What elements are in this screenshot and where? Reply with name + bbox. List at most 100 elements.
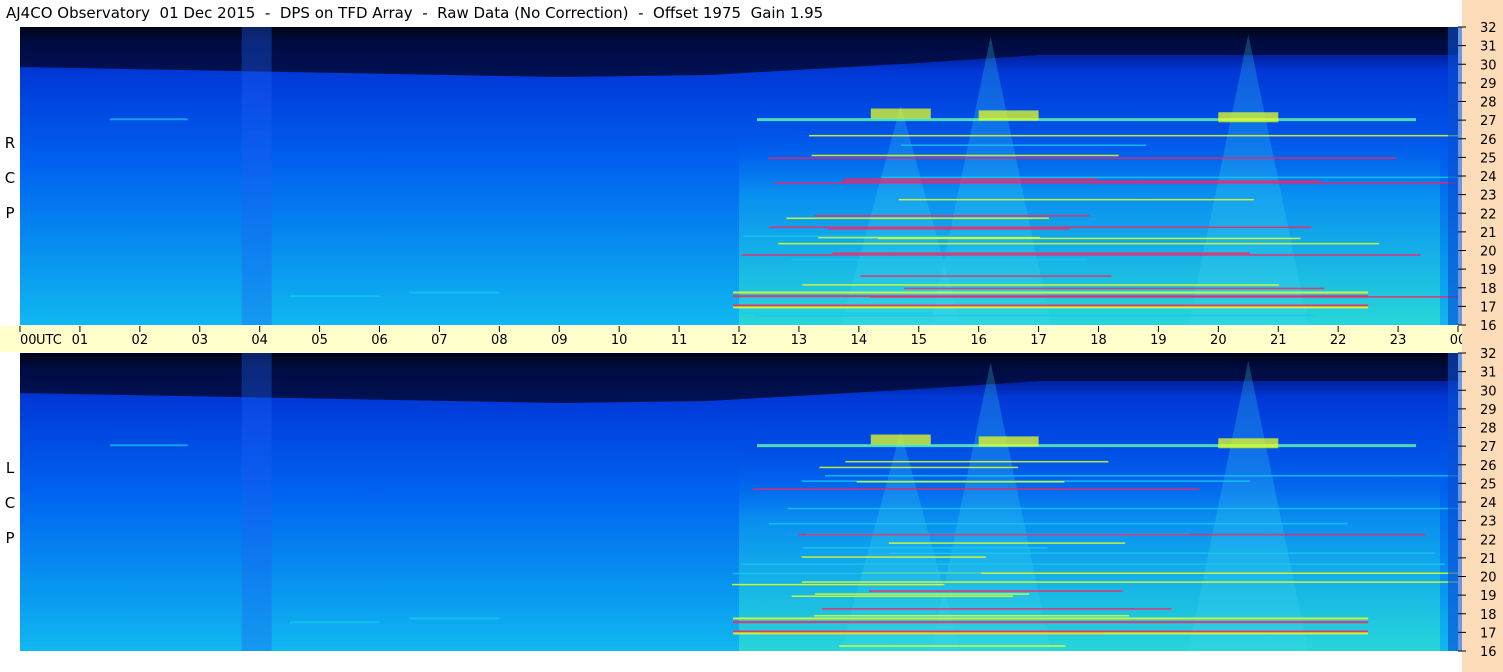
time-tick-label: 04 bbox=[251, 333, 268, 348]
interference-line bbox=[814, 615, 1130, 617]
freq-tick-label: 27 bbox=[1480, 114, 1497, 129]
interference-line bbox=[741, 254, 1421, 256]
signal-blob-2 bbox=[1218, 112, 1279, 123]
interference-line bbox=[904, 287, 1325, 290]
interference-line bbox=[839, 645, 1066, 647]
interference-line bbox=[768, 157, 1396, 159]
spectrogram-panel-rcp bbox=[20, 27, 1458, 325]
interference-line bbox=[787, 507, 1458, 510]
time-tick-label: 07 bbox=[431, 333, 448, 348]
freq-tick-label: 19 bbox=[1480, 589, 1497, 604]
freq-tick-label: 26 bbox=[1480, 459, 1497, 474]
faint-line bbox=[409, 291, 500, 294]
time-tick-label: 21 bbox=[1270, 333, 1287, 348]
interference-line bbox=[791, 595, 1013, 598]
column-artifact bbox=[241, 27, 272, 325]
interference-line bbox=[814, 215, 1090, 217]
freq-tick-label: 25 bbox=[1480, 151, 1497, 166]
low-freq-line bbox=[733, 306, 1369, 309]
freq-tick-label: 20 bbox=[1480, 571, 1497, 586]
freq-tick-label: 24 bbox=[1480, 496, 1497, 511]
freq-tick-label: 30 bbox=[1480, 384, 1497, 399]
freq-tick-label: 26 bbox=[1480, 133, 1497, 148]
panel-label-lcp-l: P bbox=[5, 529, 15, 547]
interference-line bbox=[731, 583, 945, 586]
time-tick-label: 10 bbox=[611, 333, 628, 348]
interference-line bbox=[732, 572, 982, 575]
daytime-band bbox=[739, 446, 1441, 651]
freq-tick-label: 16 bbox=[1480, 645, 1497, 660]
time-tick-label: 12 bbox=[731, 333, 748, 348]
time-tick-label: 19 bbox=[1150, 333, 1167, 348]
time-tick-label: 13 bbox=[791, 333, 808, 348]
spectrogram-svg: 00 01 02 03 04 05 06 07 08 09 10 11 12 13 14 15 16 17 18 19… bbox=[0, 0, 1503, 672]
panel-label-lcp-p: L bbox=[5, 459, 15, 477]
time-tick-label: 08 bbox=[491, 333, 508, 348]
freq-tick-label: 24 bbox=[1480, 170, 1497, 185]
interference-line bbox=[801, 581, 1458, 583]
time-tick-label: 15 bbox=[910, 333, 927, 348]
time-tick-label: 16 bbox=[970, 333, 987, 348]
interference-line bbox=[889, 552, 1436, 555]
interference-line bbox=[778, 242, 1380, 245]
interference-line bbox=[774, 182, 1458, 184]
low-freq-line bbox=[733, 621, 1369, 624]
freq-tick-label: 31 bbox=[1480, 40, 1497, 55]
time-tick-label: 18 bbox=[1090, 333, 1107, 348]
time-tick-label: 11 bbox=[671, 333, 688, 348]
interference-line bbox=[881, 176, 1458, 179]
interference-line bbox=[791, 259, 1088, 261]
interference-line bbox=[811, 154, 1119, 157]
freq-tick-label: 32 bbox=[1480, 21, 1497, 36]
daytime-band bbox=[739, 120, 1441, 325]
freq-tick-label: 28 bbox=[1480, 96, 1497, 111]
signal-blob-2 bbox=[1218, 438, 1279, 449]
freq-tick-label: 27 bbox=[1480, 440, 1497, 455]
interference-line bbox=[860, 275, 1112, 277]
signal-blob-1 bbox=[978, 110, 1039, 121]
interference-line bbox=[856, 481, 1065, 483]
time-tick-label: 06 bbox=[371, 333, 388, 348]
freq-tick-label: 19 bbox=[1480, 263, 1497, 278]
interference-line bbox=[802, 547, 1048, 549]
interference-line bbox=[741, 312, 933, 314]
low-freq-line bbox=[733, 295, 1369, 298]
signal-blob-1 bbox=[978, 436, 1039, 447]
panel-label-rcp-p: R bbox=[4, 134, 16, 152]
spectrogram-panel-lcp bbox=[20, 353, 1458, 651]
freq-tick-label: 30 bbox=[1480, 58, 1497, 73]
band-27mhz bbox=[756, 444, 1417, 448]
faint-line bbox=[409, 617, 500, 620]
freq-tick-label: 21 bbox=[1480, 226, 1497, 241]
time-tick-label: 09 bbox=[551, 333, 568, 348]
time-tick-label: 20 bbox=[1210, 333, 1227, 348]
time-tick-label: 23 bbox=[1390, 333, 1407, 348]
freq-tick-label: 17 bbox=[1480, 626, 1497, 641]
interference-line bbox=[754, 314, 1316, 317]
time-tick-label: 05 bbox=[311, 333, 328, 348]
time-tick-label: 02 bbox=[132, 333, 149, 348]
freq-tick-label: 23 bbox=[1480, 189, 1497, 204]
interference-line bbox=[814, 593, 1030, 595]
low-freq-line bbox=[733, 291, 1369, 294]
time-axis-band: 00 01 02 03 04 05 06 07 08 09 10 11 12 13 14 15 16 17 18 19… bbox=[0, 326, 1496, 352]
interference-line bbox=[845, 460, 1109, 463]
interference-line bbox=[888, 542, 1126, 544]
low-freq-line bbox=[733, 304, 1369, 307]
panel-label-lcp-c: C bbox=[4, 494, 16, 512]
time-tick-label: 01 bbox=[72, 333, 89, 348]
interference-line bbox=[869, 590, 1123, 592]
interference-line bbox=[801, 556, 986, 558]
interference-line bbox=[769, 226, 1312, 229]
top-shade bbox=[20, 27, 1458, 41]
freq-tick-label: 32 bbox=[1480, 347, 1497, 362]
interference-line bbox=[877, 237, 1301, 240]
time-tick-label: 22 bbox=[1330, 333, 1347, 348]
time-tick-label: 00 bbox=[20, 333, 37, 348]
interference-line bbox=[802, 284, 1279, 286]
interference-line bbox=[821, 608, 1172, 610]
freq-tick-label: 21 bbox=[1480, 552, 1497, 567]
interference-line bbox=[832, 252, 1250, 254]
freq-tick-label: 16 bbox=[1480, 319, 1497, 334]
interference-line bbox=[898, 198, 1254, 201]
